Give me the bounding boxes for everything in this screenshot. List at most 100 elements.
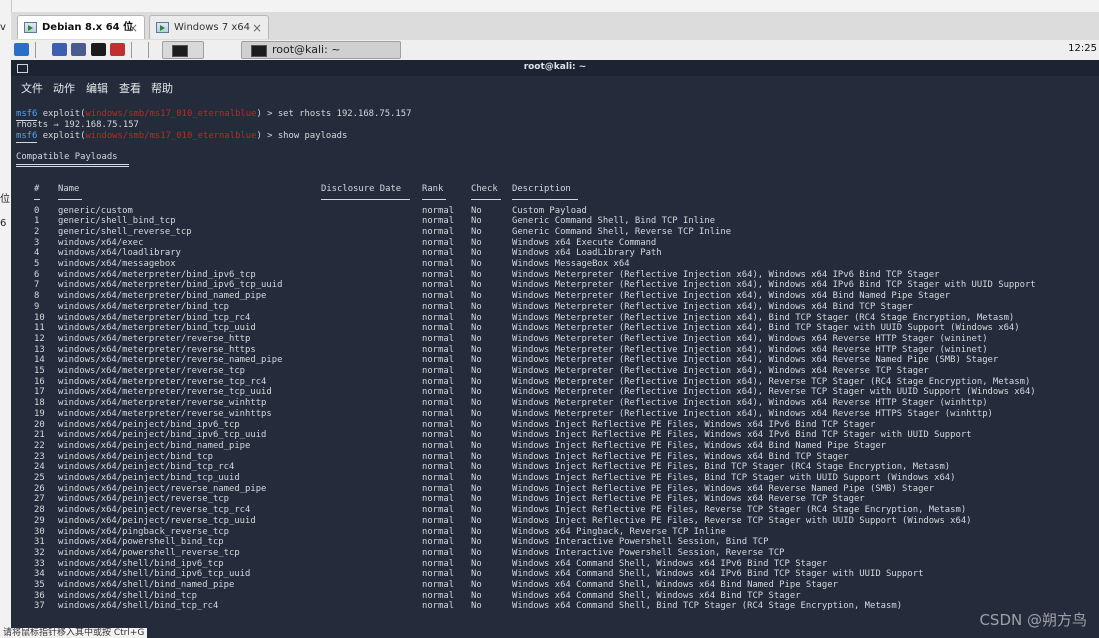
row-rank: normal <box>422 547 455 558</box>
row-name: windows/x64/meterpreter/bind_named_pipe <box>58 291 267 302</box>
tab-debian[interactable]: Debian 8.x 64 位 × <box>17 15 145 39</box>
row-desc: Windows Meterpreter (Reflective Injectio… <box>512 344 988 355</box>
row-desc: Windows x64 Pingback, Reverse TCP Inline <box>512 526 726 537</box>
row-rank: normal <box>422 355 455 366</box>
row-name: windows/x64/loadlibrary <box>58 248 181 259</box>
terminal-window[interactable]: root@kali: ~ 文件 动作 编辑 查看 帮助 msf6 exploit… <box>11 60 1099 638</box>
row-name: generic/custom <box>58 205 133 216</box>
row-name: windows/x64/peinject/bind_tcp_rc4 <box>58 462 235 473</box>
row-rank: normal <box>422 237 455 248</box>
row-name: windows/x64/meterpreter/reverse_tcp_rc4 <box>58 376 267 387</box>
terminal-menubar: 文件 动作 编辑 查看 帮助 <box>11 76 1099 98</box>
row-check: No <box>471 537 482 548</box>
row-rank: normal <box>422 558 455 569</box>
row-rank: normal <box>422 601 455 612</box>
row-desc: Windows Meterpreter (Reflective Injectio… <box>512 323 1020 334</box>
row-desc: Windows Inject Reflective PE Files, Wind… <box>512 451 849 462</box>
desktop-icon[interactable] <box>52 43 67 56</box>
row-check: No <box>471 333 482 344</box>
workspace-icon[interactable] <box>71 43 86 56</box>
command-output: rhosts ⇒ 192.168.75.157 <box>16 120 139 130</box>
row-rank: normal <box>422 344 455 355</box>
row-check: No <box>471 580 482 590</box>
close-icon[interactable]: × <box>252 16 262 40</box>
row-rank: normal <box>422 323 455 334</box>
top-edge <box>0 0 1099 12</box>
row-num: 0 <box>34 205 40 216</box>
terminal-icon[interactable] <box>91 43 106 56</box>
col-header-date: Disclosure Date <box>321 184 402 194</box>
row-check: No <box>471 430 482 441</box>
row-desc: Windows x64 Command Shell, Bind TCP Stag… <box>512 601 903 612</box>
row-desc: Windows x64 Command Shell, Windows x64 B… <box>512 580 838 590</box>
row-check: No <box>471 366 482 376</box>
row-desc: Windows Meterpreter (Reflective Injectio… <box>512 269 940 280</box>
row-desc: Windows Interactive Powershell Session, … <box>512 537 769 548</box>
close-icon[interactable]: × <box>128 16 138 40</box>
kali-menu-icon[interactable] <box>14 43 29 56</box>
col-header-check: Check <box>471 184 498 194</box>
row-name: windows/x64/shell/bind_tcp_rc4 <box>58 601 219 612</box>
row-name: windows/x64/meterpreter/bind_ipv6_tcp <box>58 269 256 280</box>
row-desc: Windows Meterpreter (Reflective Injectio… <box>512 280 1036 291</box>
row-check: No <box>471 376 482 387</box>
row-check: No <box>471 590 482 601</box>
row-name: windows/x64/shell/bind_tcp <box>58 590 197 601</box>
row-num: 7 <box>34 280 40 291</box>
row-num: 18 <box>34 398 45 409</box>
row-desc: Windows Inject Reflective PE Files, Reve… <box>512 505 967 516</box>
row-desc: Windows x64 LoadLibrary Path <box>512 248 662 259</box>
workspace-button[interactable] <box>162 41 204 59</box>
menu-action[interactable]: 动作 <box>53 80 75 96</box>
row-name: windows/x64/shell/bind_named_pipe <box>58 580 235 590</box>
row-rank: normal <box>422 451 455 462</box>
row-check: No <box>471 494 482 505</box>
tab-windows7[interactable]: Windows 7 x64 × <box>149 15 269 39</box>
menu-help[interactable]: 帮助 <box>151 80 173 96</box>
row-name: generic/shell_bind_tcp <box>58 216 176 227</box>
watermark: CSDN @朔方鸟 <box>979 611 1087 629</box>
left-strip-char: v <box>0 22 6 33</box>
row-desc: Windows Inject Reflective PE Files, Wind… <box>512 419 876 430</box>
row-num: 33 <box>34 558 45 569</box>
menu-view[interactable]: 查看 <box>119 80 141 96</box>
row-check: No <box>471 226 482 237</box>
row-name: windows/x64/meterpreter/bind_tcp <box>58 301 229 312</box>
menu-edit[interactable]: 编辑 <box>86 80 108 96</box>
row-rank: normal <box>422 280 455 291</box>
row-num: 3 <box>34 237 40 248</box>
tab-label: Windows 7 x64 <box>174 22 251 33</box>
row-desc: Windows MessageBox x64 <box>512 259 630 269</box>
row-num: 14 <box>34 355 45 366</box>
row-rank: normal <box>422 333 455 344</box>
module-name: windows/smb/ms17_010_eternalblue <box>85 109 257 119</box>
row-rank: normal <box>422 483 455 494</box>
row-check: No <box>471 526 482 537</box>
row-num: 12 <box>34 333 45 344</box>
command-line: msf6 exploit(windows/smb/ms17_010_eterna… <box>16 109 412 121</box>
row-name: windows/x64/meterpreter/reverse_named_pi… <box>58 355 283 366</box>
row-num: 1 <box>34 216 40 227</box>
row-rank: normal <box>422 494 455 505</box>
row-name: windows/x64/meterpreter/bind_tcp_uuid <box>58 323 256 334</box>
col-header-num: # <box>34 184 40 194</box>
status-hint: 请将鼠标指针移入其中或按 Ctrl+G <box>0 628 148 638</box>
row-rank: normal <box>422 376 455 387</box>
row-num: 34 <box>34 569 45 580</box>
row-check: No <box>471 419 482 430</box>
section-title: Compatible Payloads <box>16 152 118 162</box>
row-desc: Windows Meterpreter (Reflective Injectio… <box>512 398 988 409</box>
row-num: 13 <box>34 344 45 355</box>
row-num: 27 <box>34 494 45 505</box>
row-desc: Windows x64 Command Shell, Windows x64 I… <box>512 558 828 569</box>
menu-file[interactable]: 文件 <box>21 80 43 96</box>
vm-icon <box>156 22 169 33</box>
row-check: No <box>471 451 482 462</box>
terminal-task-button[interactable]: root@kali: ~ <box>241 41 401 59</box>
window-title: root@kali: ~ <box>523 62 587 72</box>
row-check: No <box>471 323 482 334</box>
row-name: windows/x64/meterpreter/reverse_winhttp <box>58 398 267 409</box>
row-rank: normal <box>422 387 455 398</box>
browser-icon[interactable] <box>110 43 125 56</box>
row-num: 4 <box>34 248 40 259</box>
